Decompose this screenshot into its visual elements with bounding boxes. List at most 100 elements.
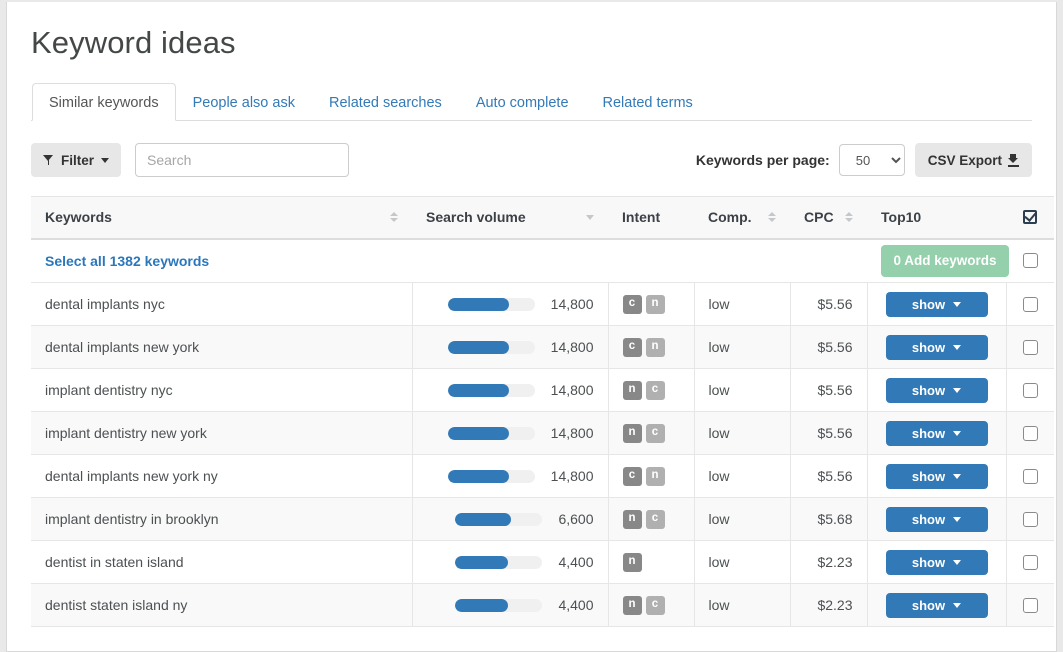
row-checkbox[interactable]	[1023, 512, 1038, 527]
search-volume-cell: 14,800	[412, 455, 608, 498]
search-input[interactable]	[135, 143, 349, 177]
tab-related-searches[interactable]: Related searches	[312, 83, 459, 121]
intent-badge: c	[646, 424, 665, 443]
show-button[interactable]: show	[886, 335, 988, 360]
top10-cell: show	[867, 326, 1006, 369]
show-button[interactable]: show	[886, 593, 988, 618]
keyword-text: implant dentistry in brooklyn	[45, 511, 219, 527]
competition-cell: low	[694, 455, 790, 498]
tab-auto-complete[interactable]: Auto complete	[459, 83, 586, 121]
show-button[interactable]: show	[886, 421, 988, 446]
select-all-link[interactable]: Select all 1382 keywords	[45, 253, 209, 269]
column-header-select-all[interactable]	[1006, 197, 1054, 239]
volume-bar-track	[448, 384, 535, 397]
sort-both-icon	[845, 212, 853, 222]
top10-cell: show	[867, 283, 1006, 326]
volume-bar-fill	[455, 513, 511, 526]
row-checkbox-cell	[1006, 369, 1054, 412]
show-button[interactable]: show	[886, 292, 988, 317]
column-header-search-volume[interactable]: Search volume	[412, 197, 608, 239]
column-header-search-volume-label: Search volume	[426, 209, 526, 225]
column-header-intent[interactable]: Intent	[608, 197, 694, 239]
show-button-label: show	[912, 555, 945, 570]
column-header-intent-label: Intent	[622, 209, 660, 225]
tab-people-also-ask[interactable]: People also ask	[176, 83, 312, 121]
top10-cell: show	[867, 541, 1006, 584]
intent-badge: n	[623, 381, 642, 400]
intent-badge: c	[623, 338, 642, 357]
keyword-cell: dentist in staten island	[31, 541, 412, 584]
show-button[interactable]: show	[886, 550, 988, 575]
row-checkbox[interactable]	[1023, 426, 1038, 441]
volume-bar-fill	[448, 470, 510, 483]
competition-cell: low	[694, 326, 790, 369]
chevron-down-icon	[953, 517, 961, 522]
row-checkbox[interactable]	[1023, 555, 1038, 570]
column-header-keywords[interactable]: Keywords	[31, 197, 412, 239]
volume-bar-track	[455, 599, 542, 612]
show-button-label: show	[912, 383, 945, 398]
competition-cell: low	[694, 498, 790, 541]
intent-badge: c	[623, 295, 642, 314]
keyword-text: implant dentistry nyc	[45, 382, 173, 398]
column-header-cpc-label: CPC	[804, 209, 834, 225]
csv-export-label: CSV Export	[928, 153, 1002, 168]
column-header-keywords-label: Keywords	[45, 209, 112, 225]
keyword-text: dentist staten island ny	[45, 597, 187, 613]
keyword-cell: dental implants new york ny	[31, 455, 412, 498]
chevron-down-icon	[953, 345, 961, 350]
cpc-cell: $5.56	[790, 455, 867, 498]
competition-cell: low	[694, 584, 790, 627]
keyword-text: implant dentistry new york	[45, 425, 207, 441]
tab-similar-keywords[interactable]: Similar keywords	[32, 83, 176, 121]
intent-badge: c	[646, 510, 665, 529]
keyword-cell: implant dentistry new york	[31, 412, 412, 455]
add-keywords-button[interactable]: 0 Add keywords	[881, 245, 1009, 277]
row-checkbox[interactable]	[1023, 598, 1038, 613]
csv-export-button[interactable]: CSV Export	[915, 143, 1032, 177]
keywords-per-page-select[interactable]: 50	[839, 144, 905, 176]
keyword-text: dental implants new york ny	[45, 468, 218, 484]
show-button[interactable]: show	[886, 464, 988, 489]
show-button-label: show	[912, 512, 945, 527]
volume-bar-track	[448, 298, 535, 311]
tab-related-terms[interactable]: Related terms	[586, 83, 710, 121]
volume-bar-fill	[448, 427, 510, 440]
show-button[interactable]: show	[886, 378, 988, 403]
keyword-text: dental implants new york	[45, 339, 199, 355]
intent-cell: cn	[608, 455, 694, 498]
competition-value: low	[709, 339, 730, 355]
filter-button[interactable]: Filter	[31, 143, 121, 177]
competition-cell: low	[694, 369, 790, 412]
column-header-comp[interactable]: Comp.	[694, 197, 790, 239]
checked-box-icon[interactable]	[1023, 210, 1037, 224]
row-checkbox[interactable]	[1023, 469, 1038, 484]
search-volume-cell: 4,400	[412, 584, 608, 627]
top10-cell: show	[867, 455, 1006, 498]
column-header-top10[interactable]: Top10	[867, 197, 1006, 239]
cpc-value: $5.56	[817, 339, 852, 355]
select-all-cell: Select all 1382 keywords	[31, 239, 412, 283]
row-checkbox[interactable]	[1023, 383, 1038, 398]
column-header-cpc[interactable]: CPC	[790, 197, 867, 239]
search-volume-cell: 6,600	[412, 498, 608, 541]
keyword-text: dental implants nyc	[45, 296, 165, 312]
sort-desc-icon	[586, 215, 594, 220]
row-checkbox[interactable]	[1023, 340, 1038, 355]
competition-cell: low	[694, 283, 790, 326]
cpc-cell: $2.23	[790, 584, 867, 627]
toolbar-right-group: Keywords per page: 50 CSV Export	[696, 143, 1032, 177]
search-volume-value: 14,800	[551, 425, 594, 441]
row-checkbox[interactable]	[1023, 297, 1038, 312]
cpc-value: $2.23	[817, 554, 852, 570]
intent-cell: nc	[608, 584, 694, 627]
select-all-checkbox[interactable]	[1023, 253, 1038, 268]
search-volume-value: 4,400	[558, 597, 593, 613]
table-row: dental implants new york ny 14,800cnlow$5…	[31, 455, 1054, 498]
show-button[interactable]: show	[886, 507, 988, 532]
intent-cell: cn	[608, 283, 694, 326]
keyword-cell: implant dentistry nyc	[31, 369, 412, 412]
volume-bar-track	[448, 470, 535, 483]
chevron-down-icon	[953, 431, 961, 436]
page-title: Keyword ideas	[31, 2, 1032, 62]
